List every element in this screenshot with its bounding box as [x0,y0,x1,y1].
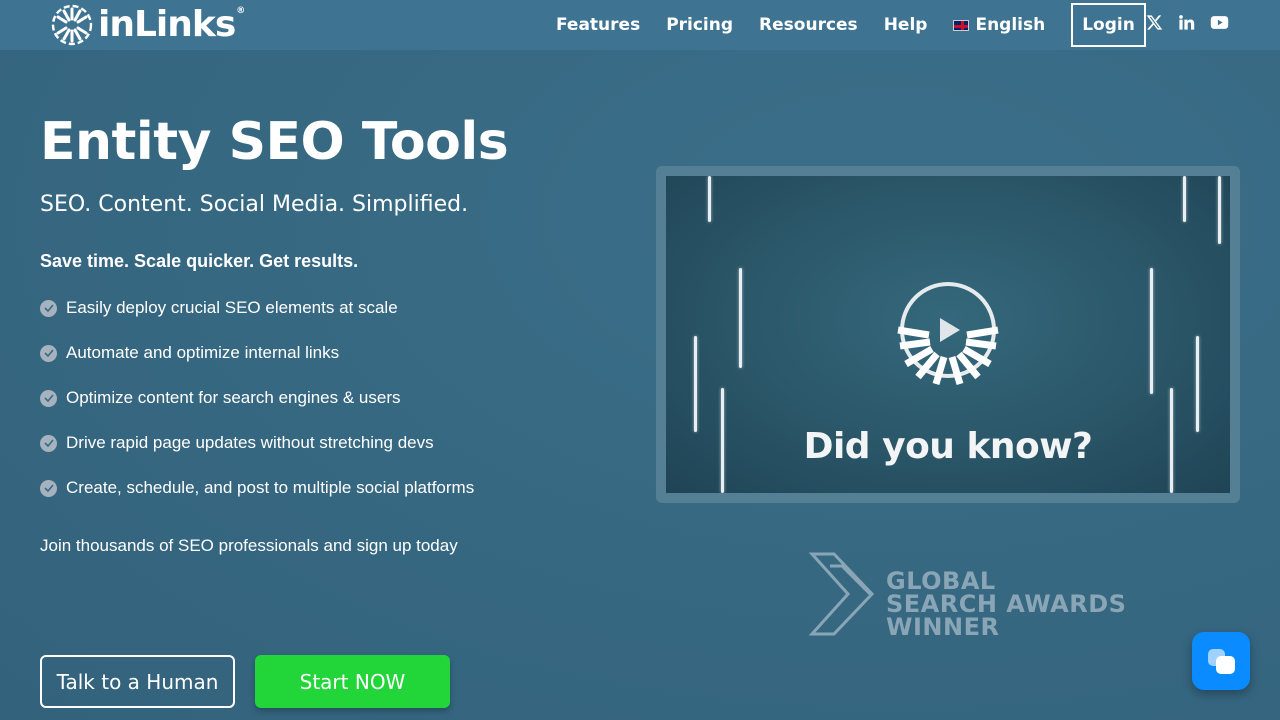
uk-flag-icon [953,19,970,31]
list-item: Automate and optimize internal links [40,341,474,365]
x-icon[interactable] [1146,14,1164,32]
social-links [1146,14,1229,32]
hero-tagline: Save time. Scale quicker. Get results. [40,251,359,271]
play-button[interactable] [892,282,1004,405]
logo-wordmark: inLinks® [98,4,245,45]
youtube-icon[interactable] [1210,14,1229,32]
nav-help[interactable]: Help [884,15,928,35]
chat-bubbles-icon [1208,649,1235,674]
linkedin-icon[interactable] [1178,14,1196,32]
hero-subtitle: SEO. Content. Social Media. Simplified. [40,192,469,217]
checkmark-icon [40,299,57,317]
checkmark-icon [40,434,57,452]
video-frame: Did you know? [656,166,1240,503]
nav-features[interactable]: Features [556,15,640,35]
list-item: Optimize content for search engines & us… [40,386,474,410]
language-selector[interactable]: English [953,15,1045,35]
inlinks-logo[interactable]: inLinks® [50,3,245,47]
video-light-streak [1218,176,1221,244]
feature-list: Easily deploy crucial SEO elements at sc… [40,296,474,521]
chat-widget-button[interactable] [1192,632,1250,690]
page-title: Entity SEO Tools [40,112,509,172]
signup-prompt: Join thousands of SEO professionals and … [40,536,458,555]
checkmark-icon [40,344,57,362]
list-item: Easily deploy crucial SEO elements at sc… [40,296,474,320]
start-now-button[interactable]: Start NOW [255,655,450,708]
video-light-streak [1150,268,1153,394]
list-item: Create, schedule, and post to multiple s… [40,476,474,500]
play-icon [897,282,999,385]
checkmark-icon [40,479,57,497]
award-line-3: WINNER [886,613,1000,641]
video-player[interactable]: Did you know? [666,176,1230,493]
login-button[interactable]: Login [1071,3,1146,47]
video-light-streak [708,176,711,222]
nav-pricing[interactable]: Pricing [666,15,733,35]
video-light-streak [1196,336,1199,432]
video-light-streak [694,336,697,432]
main-nav: Features Pricing Resources Help English … [556,0,1146,50]
video-light-streak [1183,176,1186,222]
talk-to-human-button[interactable]: Talk to a Human [40,655,235,708]
nav-resources[interactable]: Resources [759,15,858,35]
global-search-awards-badge: GLOBAL SEARCH AWARDS WINNER [808,552,1126,642]
checkmark-icon [40,389,57,407]
top-navigation-bar: inLinks® Features Pricing Resources Help… [0,0,1280,50]
video-light-streak [739,268,742,368]
language-label: English [975,15,1046,35]
sunburst-logo-icon [51,4,93,46]
list-item: Drive rapid page updates without stretch… [40,431,474,455]
video-caption: Did you know? [803,426,1093,467]
chevron-logo-icon [808,552,875,636]
